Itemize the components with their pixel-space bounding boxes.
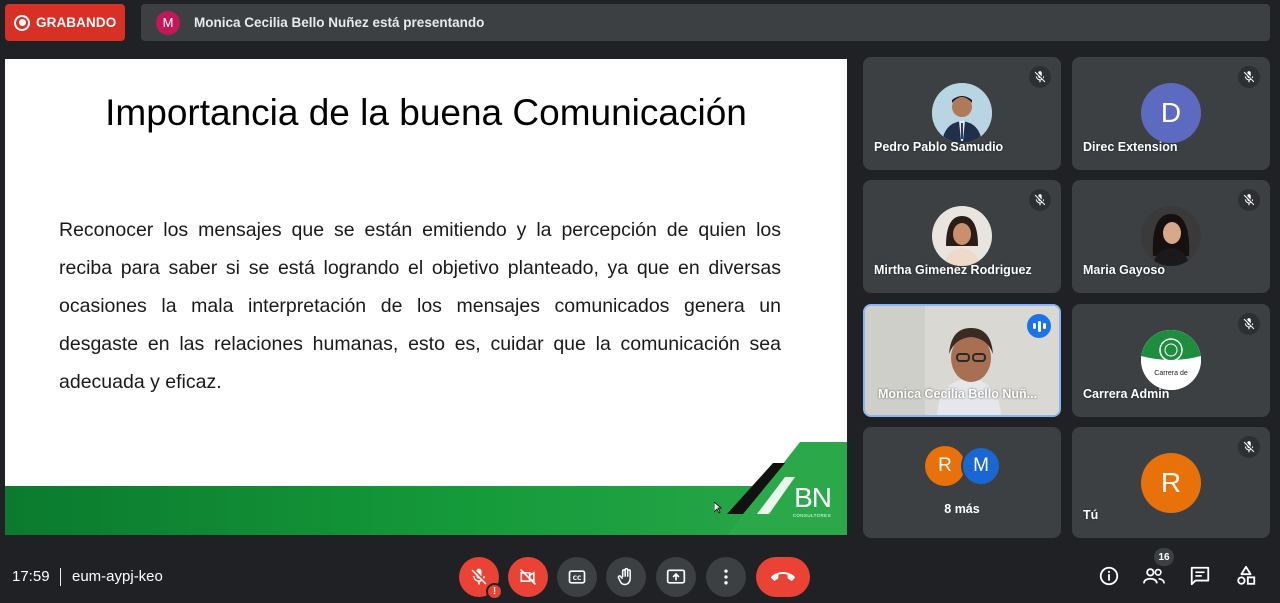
mic-off-icon xyxy=(1243,71,1255,83)
svg-text:CC: CC xyxy=(573,576,582,582)
mic-muted-indicator xyxy=(1029,66,1051,88)
speaking-indicator-icon xyxy=(1027,314,1051,338)
camera-toggle-button[interactable] xyxy=(508,557,548,597)
more-count-label: 8 más xyxy=(944,502,980,516)
bn-consultores-logo: BN CONSULTORES xyxy=(792,482,832,519)
self-tile[interactable]: R Tú xyxy=(1072,427,1270,538)
meeting-code[interactable]: eum-aypj-keo xyxy=(72,568,163,585)
slide-title: Importancia de la buena Comunicación xyxy=(105,92,747,133)
mic-muted-indicator xyxy=(1238,66,1260,88)
slide-body-text: Reconocer los mensajes que se están emit… xyxy=(59,219,781,393)
participant-name: Tú xyxy=(1083,508,1099,522)
person-photo-icon xyxy=(932,83,992,143)
chat-button[interactable] xyxy=(1187,563,1213,589)
activities-button[interactable] xyxy=(1233,563,1259,589)
camera-off-icon xyxy=(519,568,537,586)
mic-muted-indicator xyxy=(1238,313,1260,335)
overflow-avatar: R xyxy=(925,446,965,486)
participant-name: Pedro Pablo Samudio xyxy=(874,140,1004,154)
divider xyxy=(60,568,61,586)
info-icon xyxy=(1099,566,1119,586)
mic-off-icon xyxy=(1243,194,1255,206)
captions-button[interactable]: CC xyxy=(557,557,597,597)
mic-muted-indicator xyxy=(1238,189,1260,211)
logo-caption: Carrera de xyxy=(1154,370,1188,377)
presenting-banner: M Monica Cecilia Bello Nuñez está presen… xyxy=(141,4,1270,41)
more-options-button[interactable] xyxy=(706,557,746,597)
overflow-avatar: M xyxy=(961,446,1001,486)
participant-name: Monica Cecilia Bello Nuñ... xyxy=(878,387,1038,401)
mouse-cursor-icon xyxy=(714,502,722,514)
participant-avatar xyxy=(932,206,992,266)
participant-tile[interactable]: Pedro Pablo Samudio xyxy=(863,57,1061,170)
mic-off-icon xyxy=(1243,441,1255,453)
mic-muted-indicator xyxy=(1238,436,1260,458)
captions-icon: CC xyxy=(568,570,586,584)
present-screen-button[interactable] xyxy=(656,557,696,597)
participant-name: Direc Extension xyxy=(1083,140,1178,154)
participant-tile[interactable]: Maria Gayoso xyxy=(1072,180,1270,293)
mic-off-icon xyxy=(1034,194,1046,206)
participant-tile[interactable]: D Direc Extension xyxy=(1072,57,1270,170)
hang-up-icon xyxy=(771,572,795,581)
people-count-badge: 16 xyxy=(1154,548,1174,566)
presenting-text: Monica Cecilia Bello Nuñez está presenta… xyxy=(194,15,485,30)
recording-badge[interactable]: GRABANDO xyxy=(5,4,125,41)
self-avatar: R xyxy=(1141,453,1201,513)
raise-hand-icon xyxy=(617,567,631,586)
participant-tile[interactable]: Carrera de Carrera Admin xyxy=(1072,304,1270,417)
person-photo-icon xyxy=(1141,206,1201,266)
more-participants-tile[interactable]: R M 8 más xyxy=(863,427,1061,538)
institution-logo-icon xyxy=(1141,330,1201,390)
recording-label: GRABANDO xyxy=(36,15,117,30)
person-photo-icon xyxy=(932,206,992,266)
participant-name: Maria Gayoso xyxy=(1083,263,1165,277)
people-button[interactable] xyxy=(1141,563,1167,589)
mic-muted-indicator xyxy=(1029,189,1051,211)
mic-warning-icon: ! xyxy=(486,583,503,600)
present-screen-icon xyxy=(666,569,686,584)
logo-subtext: CONSULTORES xyxy=(792,513,831,518)
clock: 17:59 xyxy=(12,568,50,585)
recording-icon xyxy=(14,14,30,31)
participant-avatar: D xyxy=(1141,83,1201,143)
mic-off-icon xyxy=(1034,71,1046,83)
mic-off-icon xyxy=(1243,318,1255,330)
presentation-slide: Importancia de la buena Comunicación Rec… xyxy=(5,59,847,535)
call-controls-bar: 17:59 eum-aypj-keo ! CC xyxy=(0,549,1280,603)
presenter-avatar: M xyxy=(156,10,180,35)
more-vert-icon xyxy=(724,569,728,585)
activities-icon xyxy=(1237,565,1256,585)
participant-avatar xyxy=(932,83,992,143)
mic-toggle-button[interactable]: ! xyxy=(459,557,503,600)
chat-icon xyxy=(1190,566,1210,586)
logo-text: BN xyxy=(794,482,832,513)
leave-call-button[interactable] xyxy=(756,557,810,597)
participant-tile-active-speaker[interactable]: Monica Cecilia Bello Nuñ... xyxy=(863,304,1061,417)
mic-off-icon xyxy=(471,568,487,585)
participant-avatar: Carrera de xyxy=(1141,330,1201,390)
participant-name: Carrera Admin xyxy=(1083,387,1170,401)
meeting-info-button[interactable] xyxy=(1096,563,1122,589)
participant-name: Mirtha Gimenez Rodriguez xyxy=(874,263,1032,277)
participant-tile[interactable]: Mirtha Gimenez Rodriguez xyxy=(863,180,1061,293)
people-icon xyxy=(1143,568,1165,584)
participant-avatar xyxy=(1141,206,1201,266)
raise-hand-button[interactable] xyxy=(606,557,646,597)
